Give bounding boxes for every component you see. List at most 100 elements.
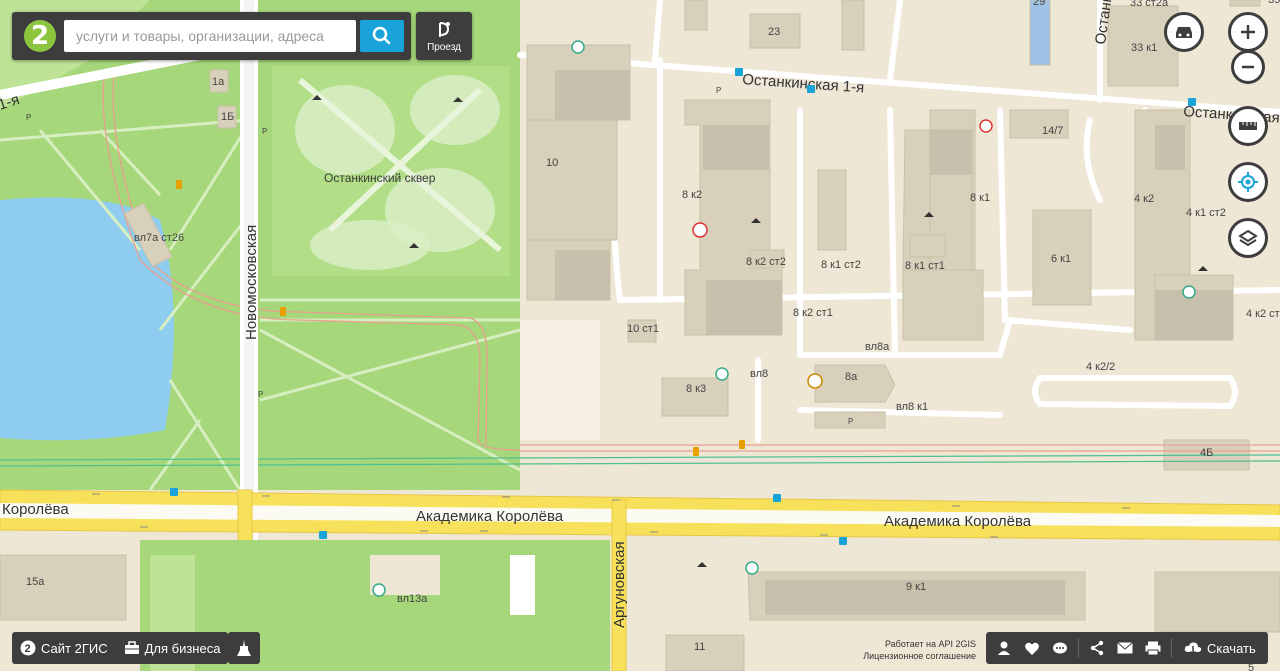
fitness-icon[interactable] [715, 367, 729, 381]
shop-icon[interactable] [1182, 285, 1196, 299]
printer-icon [1145, 641, 1161, 655]
building-number: 29 [1033, 0, 1045, 8]
building-number: 9 к1 [906, 581, 926, 593]
building-number: 4 к2 [1134, 193, 1154, 205]
locate-button[interactable] [1228, 162, 1268, 202]
street-label: Академика Королёва [416, 508, 564, 525]
building-number: вл8 к1 [896, 401, 928, 413]
layers-button[interactable] [1228, 218, 1268, 258]
share-button[interactable] [1083, 632, 1111, 664]
zoom-in-button[interactable] [1228, 12, 1268, 52]
traffic-button[interactable] [1164, 12, 1204, 52]
parking-label: P [258, 390, 263, 399]
building-number: 4 к2 ст1 [1246, 308, 1280, 320]
locate-icon [1238, 172, 1258, 192]
briefcase-icon [124, 641, 139, 654]
parking-label: P [26, 113, 31, 122]
post-icon[interactable] [745, 561, 759, 575]
email-button[interactable] [1111, 632, 1139, 664]
street-label: Академика Королёва [884, 513, 1032, 530]
route-button-label: Проезд [427, 42, 461, 53]
parking-label: P [716, 86, 721, 95]
search-panel: 2 [12, 12, 411, 60]
building-number: вл8 [750, 368, 768, 380]
gas-icon[interactable] [372, 583, 386, 597]
street-label: Королёва [2, 501, 69, 518]
street-label: Аргуновская [611, 541, 628, 628]
pharmacy-icon[interactable] [979, 119, 993, 133]
mail-icon [1117, 642, 1133, 654]
download-label: Скачать [1207, 640, 1256, 656]
bank-icon[interactable] [571, 40, 585, 54]
building-number: 11 [694, 641, 705, 653]
ruler-button[interactable] [1228, 106, 1268, 146]
site-2gis-label: Сайт 2ГИС [41, 640, 108, 656]
building-number: 4Б [1200, 447, 1213, 459]
building-number: 33 ст2а [1130, 0, 1169, 9]
api-note: Работает на API 2GIS Лицензионное соглаш… [860, 638, 976, 662]
building-number: 1Б [221, 111, 234, 123]
chat-button[interactable] [1046, 632, 1074, 664]
building-number: 33 к1 [1131, 42, 1157, 54]
building-number: 10 [546, 157, 558, 169]
bottom-right-bar: Скачать [986, 632, 1268, 664]
building-number: 8а [845, 371, 858, 383]
site-2gis-link[interactable]: 2 Сайт 2ГИС [12, 632, 116, 664]
building-number: 1а [212, 76, 225, 88]
building-number: 14/7 [1042, 125, 1063, 137]
user-icon [998, 641, 1010, 655]
building-number: вл7а ст26 [134, 232, 184, 244]
zoom-out-button[interactable] [1231, 50, 1265, 84]
building-number: вл13а [397, 593, 428, 605]
building-number: вл8а [865, 341, 890, 353]
building-number: 23 [768, 26, 780, 38]
building-number: 8 к1 ст1 [905, 260, 945, 272]
separator [1171, 638, 1172, 658]
building-number: 8 к1 ст2 [821, 259, 861, 271]
2gis-small-logo-icon: 2 [20, 640, 36, 656]
favorites-button[interactable] [1018, 632, 1046, 664]
layers-icon [1238, 229, 1258, 247]
building-number: 15а [26, 576, 45, 588]
search-input[interactable] [64, 20, 356, 52]
share-icon [1090, 640, 1104, 656]
parking-label: P [848, 417, 853, 426]
zoom-in-icon [1241, 25, 1255, 39]
street-label: Новомосковская [243, 225, 260, 340]
chat-icon [1053, 642, 1067, 653]
user-button[interactable] [990, 632, 1018, 664]
license-link[interactable]: Лицензионное соглашение [860, 650, 976, 662]
building-number: 8 к2 ст2 [746, 256, 786, 268]
zoom-out-icon [1242, 65, 1254, 69]
parking-label: P [262, 127, 267, 136]
building-number: 8 к1 [970, 192, 990, 204]
print-button[interactable] [1139, 632, 1167, 664]
bottom-left-bar: 2 Сайт 2ГИС Для бизнеса [12, 632, 229, 664]
2gis-logo[interactable]: 2 [24, 20, 56, 52]
map-canvas[interactable]: Останкинская 1-я Останкинская Останкинск… [0, 0, 1280, 671]
place-label: Останкинский сквер [324, 171, 436, 185]
api-powered-text[interactable]: Работает на API 2GIS [860, 638, 976, 650]
traffic-icon [1176, 27, 1192, 38]
download-button[interactable]: Скачать [1176, 632, 1264, 664]
building-number: 35 [1268, 0, 1280, 6]
cafe-icon[interactable] [807, 373, 823, 389]
heart-icon [1025, 642, 1039, 655]
landmark-icon [237, 640, 251, 656]
search-button[interactable] [360, 20, 404, 52]
for-business-label: Для бизнеса [144, 640, 221, 656]
route-button[interactable]: Проезд [416, 12, 472, 60]
separator [1078, 638, 1079, 658]
atm-icon[interactable] [692, 222, 708, 238]
building-number: 8 к2 ст1 [793, 307, 833, 319]
svg-text:2: 2 [25, 643, 31, 655]
ruler-icon [1239, 122, 1257, 130]
landmark-button[interactable] [228, 632, 260, 664]
route-icon [439, 22, 450, 37]
building-number: 6 к1 [1051, 253, 1071, 265]
building-number: 10 ст1 [627, 323, 659, 335]
for-business-link[interactable]: Для бизнеса [116, 632, 229, 664]
building-number: 4 к2/2 [1086, 361, 1115, 373]
building-number: 8 к3 [686, 383, 706, 395]
building-number: 8 к2 [682, 189, 702, 201]
